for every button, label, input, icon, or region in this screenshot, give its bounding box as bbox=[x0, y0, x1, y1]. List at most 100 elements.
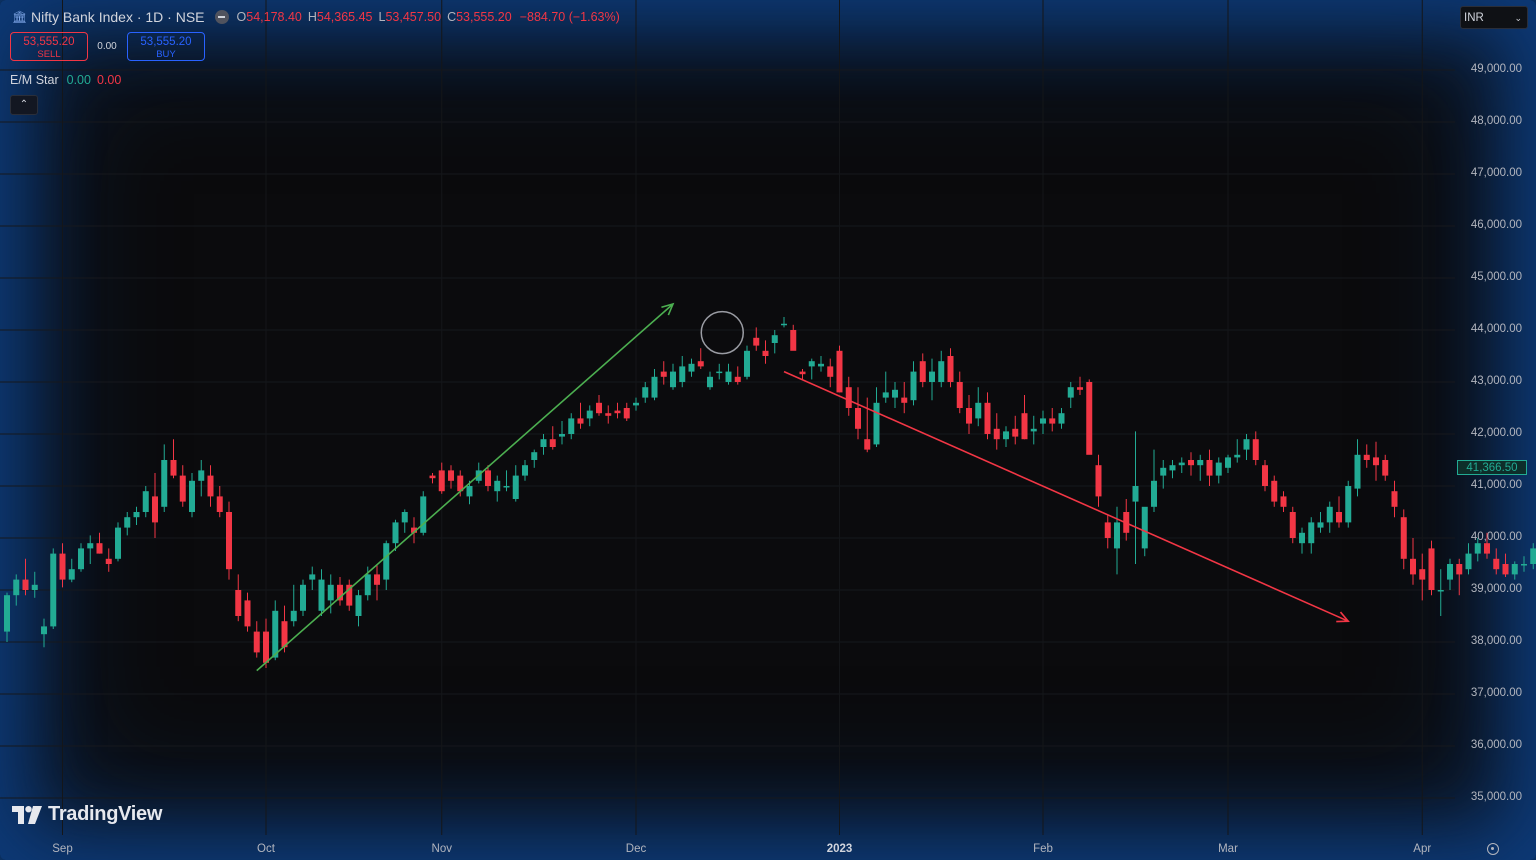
chevron-up-icon: ⌃ bbox=[19, 99, 29, 110]
trend-arrow-line bbox=[256, 303, 674, 672]
candle bbox=[1169, 460, 1176, 479]
candle-body bbox=[512, 475, 519, 499]
candle-body bbox=[290, 610, 297, 622]
low-value: 53,457.50 bbox=[385, 10, 442, 24]
candle bbox=[605, 405, 612, 424]
drawing-annotations bbox=[256, 302, 1350, 672]
candle-body bbox=[1030, 428, 1037, 432]
chevron-down-icon: ⌄ bbox=[1514, 13, 1522, 23]
candle-body bbox=[651, 376, 658, 398]
candle bbox=[374, 564, 380, 601]
candle-body bbox=[845, 387, 852, 408]
candle bbox=[346, 579, 353, 611]
candle bbox=[1289, 506, 1296, 544]
candle bbox=[892, 382, 898, 408]
candle-body bbox=[1317, 522, 1324, 528]
candle-body bbox=[1502, 564, 1509, 575]
candle-body bbox=[1271, 480, 1278, 502]
candle-body bbox=[966, 408, 972, 424]
currency-select[interactable]: INR ⌄ bbox=[1460, 6, 1528, 29]
candle bbox=[707, 371, 713, 390]
candle-body bbox=[734, 376, 741, 382]
candle-body bbox=[892, 389, 898, 398]
settings-icon[interactable] bbox=[1487, 843, 1499, 855]
candle bbox=[1419, 553, 1426, 601]
candle-body bbox=[827, 366, 834, 377]
collapse-legend-button[interactable]: ⌃ bbox=[10, 95, 38, 115]
candle-body bbox=[1308, 522, 1315, 544]
price-chart[interactable] bbox=[0, 0, 1536, 860]
candle bbox=[50, 548, 57, 629]
trend-arrow bbox=[783, 370, 1350, 623]
buy-button[interactable]: 53,555.20 BUY bbox=[127, 32, 205, 61]
tradingview-logo-icon bbox=[12, 805, 42, 824]
candle-body bbox=[1474, 543, 1481, 554]
candle-body bbox=[1077, 387, 1083, 390]
candle-body bbox=[1373, 457, 1379, 466]
high-label: H bbox=[307, 10, 317, 24]
candle-body bbox=[1493, 558, 1500, 570]
candle bbox=[272, 600, 279, 661]
candle bbox=[734, 366, 741, 385]
candle bbox=[207, 465, 214, 507]
candle-body bbox=[466, 486, 473, 497]
ohlc-values: O54,178.40 H54,365.45 L53,457.50 C53,555… bbox=[237, 10, 620, 24]
candle-body bbox=[799, 371, 806, 375]
candle-body bbox=[1040, 418, 1046, 424]
candle-body bbox=[1484, 543, 1490, 554]
candle bbox=[781, 317, 787, 328]
candle bbox=[540, 434, 547, 455]
candle-body bbox=[198, 470, 205, 481]
tradingview-logo[interactable]: TradingView bbox=[12, 803, 162, 826]
candle-body bbox=[1345, 486, 1352, 523]
sell-button[interactable]: 53,555.20 SELL bbox=[10, 32, 88, 61]
bank-icon: 🏛︎ bbox=[12, 10, 28, 24]
indicator-name: E/M Star bbox=[10, 73, 59, 87]
indicator-legend[interactable]: E/M Star 0.00 0.00 bbox=[10, 73, 121, 87]
currency-label: INR bbox=[1464, 12, 1484, 24]
candle-body bbox=[586, 410, 593, 419]
candle bbox=[96, 532, 103, 554]
candle bbox=[799, 369, 806, 380]
candle bbox=[1262, 460, 1268, 492]
candle-body bbox=[1243, 439, 1250, 450]
candle-body bbox=[688, 363, 695, 372]
candle bbox=[1493, 548, 1500, 575]
candle bbox=[198, 460, 205, 497]
candle-body bbox=[549, 439, 556, 447]
candle bbox=[318, 569, 325, 616]
candle bbox=[771, 330, 778, 354]
time-tick-label: Nov bbox=[431, 843, 452, 855]
candle bbox=[337, 577, 343, 606]
candle bbox=[568, 413, 575, 440]
candle-body bbox=[531, 452, 538, 460]
candle bbox=[596, 395, 602, 416]
candle bbox=[1225, 454, 1231, 473]
candle bbox=[1363, 444, 1370, 468]
minus-icon[interactable] bbox=[214, 10, 229, 24]
candle-body bbox=[1299, 532, 1305, 544]
candle-body bbox=[614, 410, 621, 414]
close-value: 53,555.20 bbox=[456, 10, 512, 24]
candle bbox=[152, 473, 158, 538]
candle bbox=[642, 382, 649, 403]
candle-body bbox=[1215, 462, 1222, 476]
candle bbox=[966, 395, 972, 434]
symbol-legend: 🏛︎ Nifty Bank Index · 1D · NSE O54,178.4… bbox=[12, 9, 620, 25]
candle bbox=[1530, 543, 1536, 570]
candle bbox=[1049, 408, 1056, 432]
candle bbox=[1095, 454, 1102, 507]
candle bbox=[1336, 496, 1342, 528]
candle-body bbox=[1530, 548, 1536, 564]
candle bbox=[1234, 439, 1241, 463]
candle bbox=[1114, 506, 1120, 575]
candle bbox=[1317, 512, 1324, 533]
last-price-label: 41,366.50 bbox=[1457, 460, 1527, 475]
candle bbox=[531, 449, 538, 468]
candle-body bbox=[753, 337, 760, 346]
indicator-value-2: 0.00 bbox=[96, 73, 122, 87]
candle-body bbox=[133, 512, 140, 518]
symbol-title[interactable]: Nifty Bank Index · 1D · NSE bbox=[31, 9, 205, 25]
candle-body bbox=[836, 350, 843, 393]
time-tick-label: 2023 bbox=[826, 843, 853, 855]
